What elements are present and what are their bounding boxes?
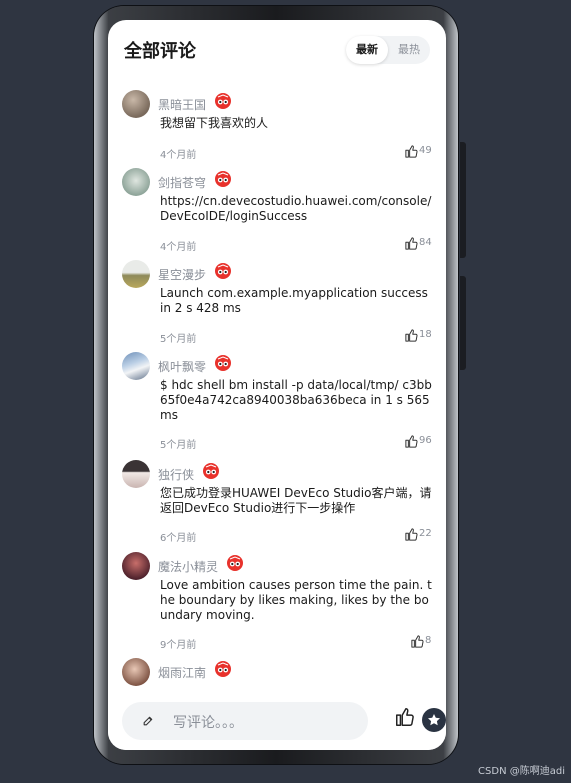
user-badge-icon bbox=[203, 463, 219, 479]
comment-time: 4个月前 bbox=[160, 150, 197, 161]
avatar[interactable] bbox=[122, 552, 150, 580]
comment-text: 您已成功登录HUAWEI DevEco Studio客户端，请返回DevEco … bbox=[160, 486, 432, 515]
like-count: 8 bbox=[425, 635, 432, 646]
phone-side-button bbox=[460, 276, 466, 370]
like-button[interactable]: 49 bbox=[404, 144, 432, 160]
like-button[interactable]: 18 bbox=[404, 328, 432, 344]
avatar[interactable] bbox=[122, 352, 150, 380]
user-badge-icon bbox=[215, 93, 231, 109]
comment-username[interactable]: 枫叶飘零 bbox=[158, 358, 206, 375]
favorite-button[interactable] bbox=[422, 708, 446, 732]
sort-toggle: 最新 最热 bbox=[346, 36, 430, 64]
thumbs-up-icon bbox=[405, 145, 418, 158]
comment-time: 5个月前 bbox=[160, 334, 197, 345]
tab-latest[interactable]: 最新 bbox=[346, 36, 388, 64]
write-comment-input[interactable]: 写评论。。。 bbox=[122, 702, 368, 740]
comment-text: Love ambition causes person time the pai… bbox=[160, 578, 432, 622]
star-icon bbox=[428, 714, 440, 726]
user-badge-icon bbox=[227, 555, 243, 571]
like-count: 84 bbox=[419, 237, 432, 248]
avatar[interactable] bbox=[122, 460, 150, 488]
header: 全部评论 最新 最热 bbox=[108, 20, 446, 82]
like-count: 49 bbox=[419, 145, 432, 156]
avatar[interactable] bbox=[122, 168, 150, 196]
comment-username[interactable]: 独行侠 bbox=[158, 466, 194, 483]
user-badge-icon bbox=[215, 171, 231, 187]
comment-footer: 写评论。。。 bbox=[108, 694, 446, 750]
watermark: CSDN @陈啊迪adi bbox=[478, 766, 565, 777]
phone-side-button bbox=[460, 142, 466, 258]
thumbs-up-icon bbox=[405, 329, 418, 342]
comment-username[interactable]: 魔法小精灵 bbox=[158, 558, 218, 575]
comment-username[interactable]: 剑指苍穹 bbox=[158, 174, 206, 191]
comment-text: https://cn.devecostudio.huawei.com/conso… bbox=[160, 194, 432, 223]
comment-time: 9个月前 bbox=[160, 640, 197, 651]
like-button[interactable]: 84 bbox=[404, 236, 432, 252]
like-button[interactable]: 8 bbox=[410, 634, 432, 650]
comment-text: $ hdc shell bm install -p data/local/tmp… bbox=[160, 378, 432, 422]
thumbs-up-icon bbox=[405, 528, 418, 541]
user-badge-icon bbox=[215, 355, 231, 371]
like-button[interactable]: 22 bbox=[404, 527, 432, 543]
user-badge-icon bbox=[215, 263, 231, 279]
like-button[interactable]: 96 bbox=[404, 434, 432, 450]
comment-time: 6个月前 bbox=[160, 533, 197, 544]
thumbs-up-icon bbox=[405, 435, 418, 448]
comment-text: 我想留下我喜欢的人 bbox=[160, 116, 269, 130]
like-count: 18 bbox=[419, 329, 432, 340]
thumbs-up-icon[interactable] bbox=[394, 706, 416, 728]
avatar[interactable] bbox=[122, 90, 150, 118]
comment-time: 5个月前 bbox=[160, 440, 197, 451]
comment-username[interactable]: 星空漫步 bbox=[158, 266, 206, 283]
page-title: 全部评论 bbox=[124, 41, 196, 62]
thumbs-up-icon bbox=[411, 635, 424, 648]
avatar[interactable] bbox=[122, 658, 150, 686]
comment-time: 4个月前 bbox=[160, 242, 197, 253]
thumbs-up-icon bbox=[405, 237, 418, 250]
user-badge-icon bbox=[215, 661, 231, 677]
like-count: 96 bbox=[419, 435, 432, 446]
write-comment-placeholder: 写评论。。。 bbox=[173, 715, 243, 731]
avatar[interactable] bbox=[122, 260, 150, 288]
tab-hottest[interactable]: 最热 bbox=[388, 36, 430, 64]
like-count: 22 bbox=[419, 528, 432, 539]
comment-username[interactable]: 烟雨江南 bbox=[158, 664, 206, 681]
comments-screen: 全部评论 最新 最热 黑暗王国 我想留下我喜欢的人 4个月前 49 剑指苍穹 h… bbox=[108, 20, 446, 750]
edit-icon bbox=[143, 716, 153, 726]
comment-text: Launch com.example.myapplication success… bbox=[160, 286, 428, 315]
comment-username[interactable]: 黑暗王国 bbox=[158, 96, 206, 113]
